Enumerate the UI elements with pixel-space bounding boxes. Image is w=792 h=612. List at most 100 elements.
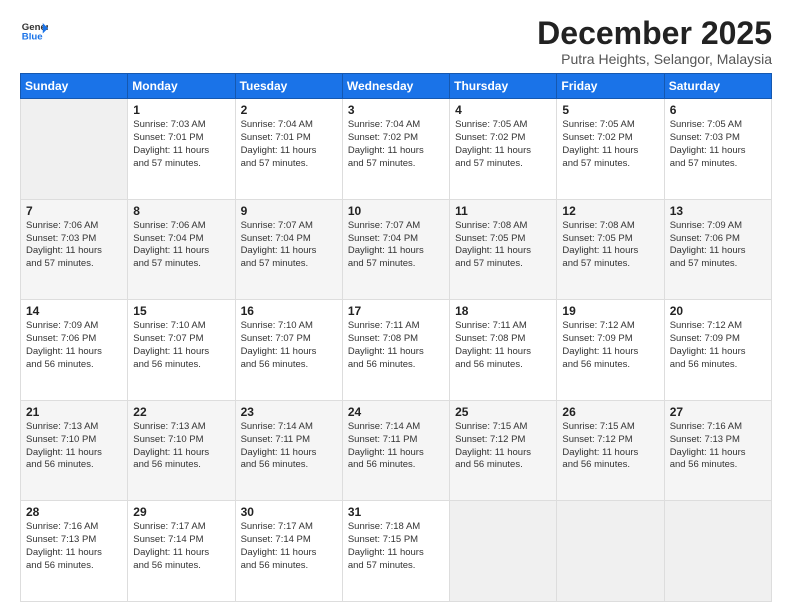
calendar-cell: 17 Sunrise: 7:11 AM Sunset: 7:08 PM Dayli… [342,300,449,401]
day-number: 17 [348,304,444,318]
day-number: 29 [133,505,229,519]
day-number: 28 [26,505,122,519]
day-number: 25 [455,405,551,419]
calendar-cell: 26 Sunrise: 7:15 AM Sunset: 7:12 PM Dayli… [557,400,664,501]
cell-info: Sunrise: 7:16 AM Sunset: 7:13 PM Dayligh… [26,521,122,572]
cell-info: Sunrise: 7:07 AM Sunset: 7:04 PM Dayligh… [241,220,337,271]
cell-info: Sunrise: 7:05 AM Sunset: 7:03 PM Dayligh… [670,119,766,170]
day-number: 23 [241,405,337,419]
title-block: December 2025 Putra Heights, Selangor, M… [537,16,772,67]
calendar-cell: 14 Sunrise: 7:09 AM Sunset: 7:06 PM Dayli… [21,300,128,401]
header: General Blue December 2025 Putra Heights… [20,16,772,67]
calendar-cell: 24 Sunrise: 7:14 AM Sunset: 7:11 PM Dayli… [342,400,449,501]
week-row-4: 21 Sunrise: 7:13 AM Sunset: 7:10 PM Dayli… [21,400,772,501]
calendar-cell: 9 Sunrise: 7:07 AM Sunset: 7:04 PM Daylig… [235,199,342,300]
calendar-cell: 18Sunrise: 7:11 AM Sunset: 7:08 PM Dayli… [450,300,557,401]
cell-info: Sunrise: 7:10 AM Sunset: 7:07 PM Dayligh… [241,320,337,371]
cell-info: Sunrise: 7:05 AM Sunset: 7:02 PM Dayligh… [455,119,551,170]
cell-info: Sunrise: 7:03 AM Sunset: 7:01 PM Dayligh… [133,119,229,170]
cell-info: Sunrise: 7:13 AM Sunset: 7:10 PM Dayligh… [26,421,122,472]
cell-info: Sunrise: 7:04 AM Sunset: 7:02 PM Dayligh… [348,119,444,170]
week-row-3: 14 Sunrise: 7:09 AM Sunset: 7:06 PM Dayli… [21,300,772,401]
calendar-cell: 11Sunrise: 7:08 AM Sunset: 7:05 PM Dayli… [450,199,557,300]
day-number: 18 [455,304,551,318]
cell-info: Sunrise: 7:15 AM Sunset: 7:12 PM Dayligh… [455,421,551,472]
cell-info: Sunrise: 7:07 AM Sunset: 7:04 PM Dayligh… [348,220,444,271]
day-number: 20 [670,304,766,318]
day-number: 30 [241,505,337,519]
cell-info: Sunrise: 7:14 AM Sunset: 7:11 PM Dayligh… [241,421,337,472]
cell-info: Sunrise: 7:18 AM Sunset: 7:15 PM Dayligh… [348,521,444,572]
cell-info: Sunrise: 7:08 AM Sunset: 7:05 PM Dayligh… [562,220,658,271]
calendar-cell: 10 Sunrise: 7:07 AM Sunset: 7:04 PM Dayli… [342,199,449,300]
cell-info: Sunrise: 7:09 AM Sunset: 7:06 PM Dayligh… [670,220,766,271]
header-day-wednesday: Wednesday [342,74,449,99]
calendar-cell: 15 Sunrise: 7:10 AM Sunset: 7:07 PM Dayli… [128,300,235,401]
calendar-cell: 1 Sunrise: 7:03 AM Sunset: 7:01 PM Daylig… [128,99,235,200]
day-number: 3 [348,103,444,117]
day-number: 7 [26,204,122,218]
calendar-cell: 3 Sunrise: 7:04 AM Sunset: 7:02 PM Daylig… [342,99,449,200]
page: General Blue December 2025 Putra Heights… [0,0,792,612]
day-number: 4 [455,103,551,117]
calendar-cell: 12Sunrise: 7:08 AM Sunset: 7:05 PM Dayli… [557,199,664,300]
header-day-sunday: Sunday [21,74,128,99]
cell-info: Sunrise: 7:15 AM Sunset: 7:12 PM Dayligh… [562,421,658,472]
calendar-cell: 23 Sunrise: 7:14 AM Sunset: 7:11 PM Dayli… [235,400,342,501]
day-number: 21 [26,405,122,419]
day-number: 13 [670,204,766,218]
cell-info: Sunrise: 7:09 AM Sunset: 7:06 PM Dayligh… [26,320,122,371]
calendar-cell [557,501,664,602]
cell-info: Sunrise: 7:10 AM Sunset: 7:07 PM Dayligh… [133,320,229,371]
calendar-cell [21,99,128,200]
day-number: 8 [133,204,229,218]
main-title: December 2025 [537,16,772,51]
day-number: 1 [133,103,229,117]
cell-info: Sunrise: 7:14 AM Sunset: 7:11 PM Dayligh… [348,421,444,472]
cell-info: Sunrise: 7:06 AM Sunset: 7:04 PM Dayligh… [133,220,229,271]
cell-info: Sunrise: 7:04 AM Sunset: 7:01 PM Dayligh… [241,119,337,170]
calendar-cell: 21 Sunrise: 7:13 AM Sunset: 7:10 PM Dayli… [21,400,128,501]
header-day-monday: Monday [128,74,235,99]
logo: General Blue [20,16,48,44]
calendar-cell: 29 Sunrise: 7:17 AM Sunset: 7:14 PM Dayli… [128,501,235,602]
calendar: SundayMondayTuesdayWednesdayThursdayFrid… [20,73,772,602]
cell-info: Sunrise: 7:17 AM Sunset: 7:14 PM Dayligh… [241,521,337,572]
header-day-friday: Friday [557,74,664,99]
svg-text:Blue: Blue [22,32,43,43]
cell-info: Sunrise: 7:06 AM Sunset: 7:03 PM Dayligh… [26,220,122,271]
day-number: 15 [133,304,229,318]
calendar-cell: 27Sunrise: 7:16 AM Sunset: 7:13 PM Dayli… [664,400,771,501]
day-number: 19 [562,304,658,318]
calendar-cell: 20Sunrise: 7:12 AM Sunset: 7:09 PM Dayli… [664,300,771,401]
day-number: 10 [348,204,444,218]
week-row-5: 28 Sunrise: 7:16 AM Sunset: 7:13 PM Dayli… [21,501,772,602]
day-number: 26 [562,405,658,419]
header-day-tuesday: Tuesday [235,74,342,99]
day-number: 22 [133,405,229,419]
day-number: 9 [241,204,337,218]
day-number: 16 [241,304,337,318]
calendar-cell: 31 Sunrise: 7:18 AM Sunset: 7:15 PM Dayli… [342,501,449,602]
calendar-cell: 5Sunrise: 7:05 AM Sunset: 7:02 PM Daylig… [557,99,664,200]
calendar-cell: 13 Sunrise: 7:09 AM Sunset: 7:06 PM Dayli… [664,199,771,300]
calendar-cell: 2 Sunrise: 7:04 AM Sunset: 7:01 PM Daylig… [235,99,342,200]
day-number: 5 [562,103,658,117]
day-number: 11 [455,204,551,218]
header-day-thursday: Thursday [450,74,557,99]
day-number: 31 [348,505,444,519]
subtitle: Putra Heights, Selangor, Malaysia [537,51,772,67]
day-number: 14 [26,304,122,318]
cell-info: Sunrise: 7:17 AM Sunset: 7:14 PM Dayligh… [133,521,229,572]
calendar-cell: 7 Sunrise: 7:06 AM Sunset: 7:03 PM Daylig… [21,199,128,300]
cell-info: Sunrise: 7:16 AM Sunset: 7:13 PM Dayligh… [670,421,766,472]
calendar-header-row: SundayMondayTuesdayWednesdayThursdayFrid… [21,74,772,99]
header-day-saturday: Saturday [664,74,771,99]
cell-info: Sunrise: 7:13 AM Sunset: 7:10 PM Dayligh… [133,421,229,472]
day-number: 24 [348,405,444,419]
cell-info: Sunrise: 7:11 AM Sunset: 7:08 PM Dayligh… [348,320,444,371]
calendar-cell: 22 Sunrise: 7:13 AM Sunset: 7:10 PM Dayli… [128,400,235,501]
calendar-cell: 25 Sunrise: 7:15 AM Sunset: 7:12 PM Dayli… [450,400,557,501]
calendar-cell: 16 Sunrise: 7:10 AM Sunset: 7:07 PM Dayli… [235,300,342,401]
day-number: 2 [241,103,337,117]
